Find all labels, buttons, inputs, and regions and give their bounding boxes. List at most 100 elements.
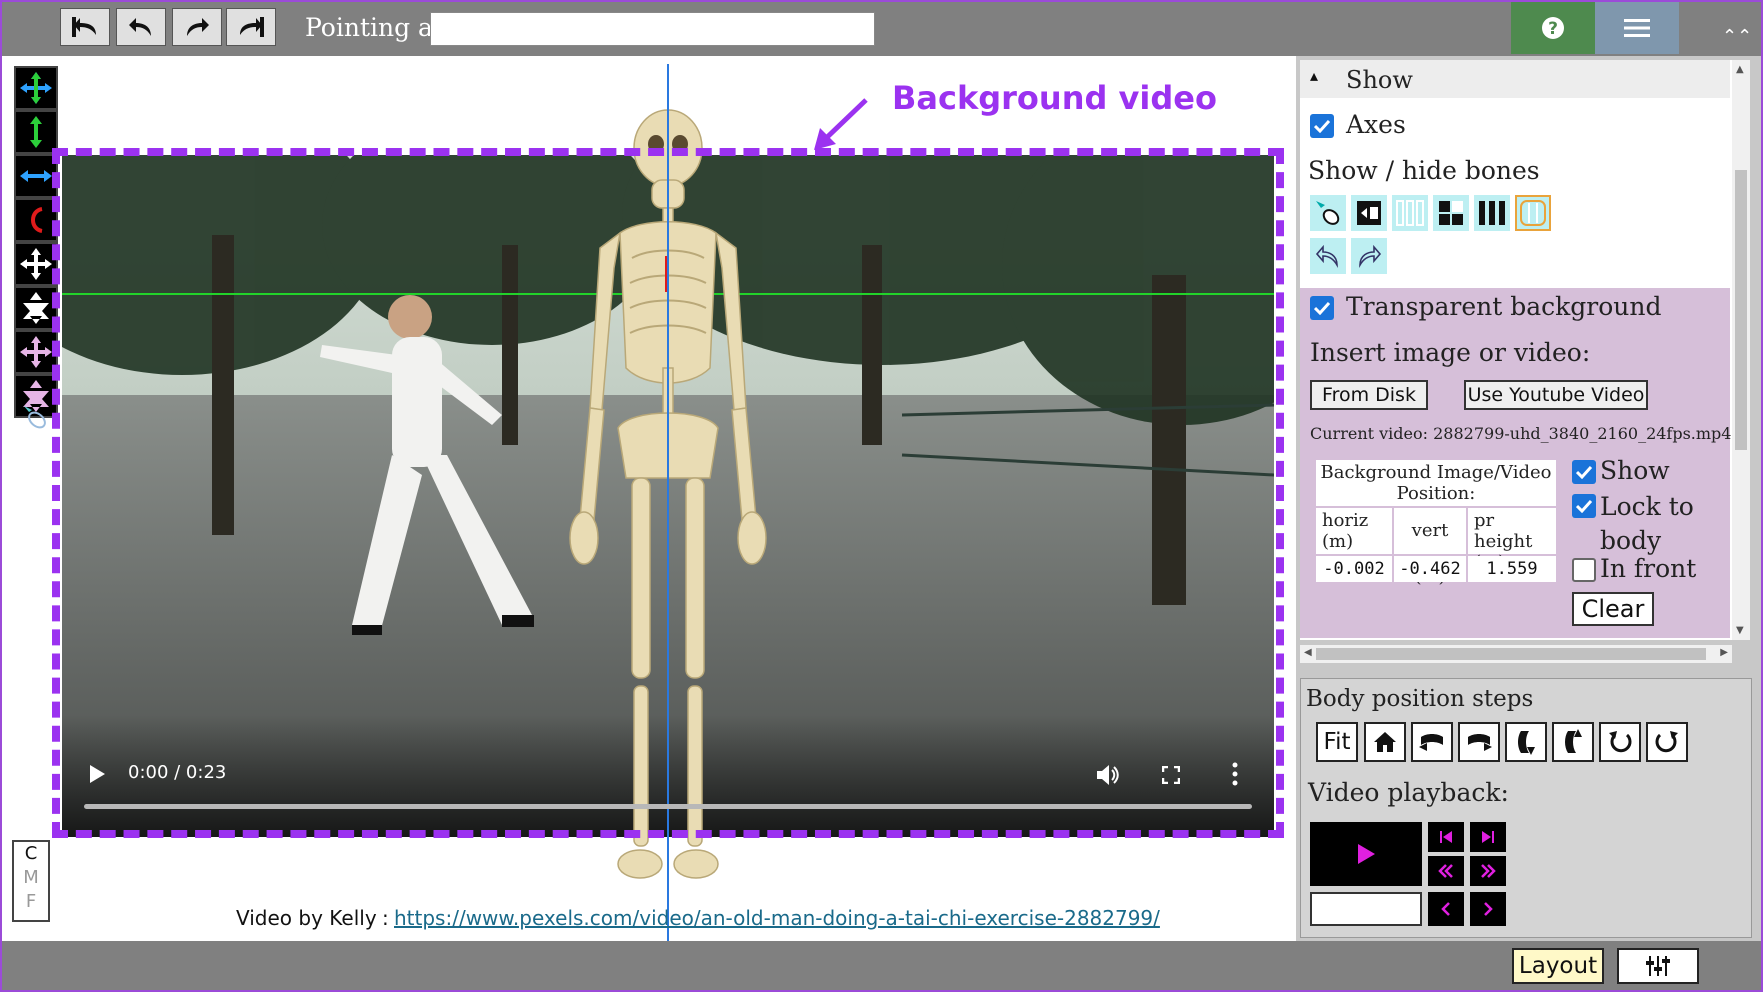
bone-checker-icon	[1439, 201, 1463, 225]
bone-pointer-icon	[24, 406, 46, 429]
show-bg-checkbox[interactable]	[1572, 460, 1596, 484]
bone-outline-button[interactable]	[1392, 195, 1428, 231]
play-icon[interactable]	[88, 764, 106, 788]
fullscreen-icon[interactable]	[1161, 765, 1181, 788]
cmf-selector[interactable]: C M F	[12, 840, 50, 922]
redo-all-icon	[240, 17, 264, 37]
axes-label: Axes	[1346, 110, 1406, 139]
check-icon	[1314, 301, 1330, 315]
bone-select-button[interactable]	[1310, 195, 1346, 231]
collapse-top-icon[interactable]: ⌃⌃	[1722, 26, 1752, 50]
tilt-forward-button[interactable]	[1505, 722, 1547, 762]
more-options-icon[interactable]	[1232, 762, 1238, 790]
menu-button[interactable]	[1595, 2, 1679, 54]
fit-button[interactable]: Fit	[1316, 722, 1358, 762]
horizontal-arrow-icon	[20, 170, 52, 182]
vertical-arrow-icon	[30, 116, 42, 148]
video-credit: Video by Kelly	[236, 906, 377, 930]
panel-scrollbar-horizontal[interactable]: ◀ ▶	[1300, 645, 1732, 663]
vert-value[interactable]: -0.462	[1394, 556, 1466, 582]
pointing-field	[430, 12, 875, 46]
rotate-arc-icon	[31, 207, 43, 233]
step-back-button[interactable]	[1428, 892, 1464, 926]
rewind-icon	[1438, 864, 1453, 878]
tilt-back-button[interactable]	[1552, 722, 1594, 762]
bone-outline-icon	[1396, 200, 1424, 226]
move-white-icon	[20, 248, 52, 280]
volume-icon[interactable]	[1096, 764, 1120, 790]
step-forward-button[interactable]	[1470, 892, 1506, 926]
move-xy-tool[interactable]	[14, 66, 58, 110]
skip-start-icon	[1440, 831, 1452, 843]
collapse-caret-icon: ▴	[1310, 66, 1319, 85]
rotate-ccw-icon	[1609, 731, 1632, 753]
home-button[interactable]	[1364, 722, 1406, 762]
youtube-button[interactable]: Use Youtube Video	[1464, 380, 1648, 410]
undo-all-button[interactable]	[60, 8, 110, 46]
bottom-bar	[0, 941, 1763, 992]
svg-text:?: ?	[1548, 19, 1558, 39]
rotate-ccw-button[interactable]	[1599, 722, 1641, 762]
step-forward-icon	[1484, 902, 1493, 916]
fast-forward-button[interactable]	[1470, 856, 1506, 886]
video-progress-bar[interactable]	[84, 804, 1252, 809]
redo-button[interactable]	[172, 8, 222, 46]
undo-button[interactable]	[116, 8, 166, 46]
annotation-label: Background video	[892, 79, 1217, 117]
show-header[interactable]: ▴ Show	[1300, 60, 1730, 98]
bone-undo-button[interactable]	[1310, 238, 1346, 274]
playback-input[interactable]	[1310, 892, 1422, 926]
skip-end-icon	[1482, 831, 1494, 843]
sliders-icon	[1646, 956, 1670, 976]
credit-separator: :	[382, 906, 389, 930]
layout-button[interactable]: Layout	[1512, 948, 1604, 984]
turn-right-icon	[1468, 734, 1492, 751]
turn-left-button[interactable]	[1411, 722, 1453, 762]
credit-link[interactable]: https://www.pexels.com/video/an-old-man-…	[394, 906, 1160, 930]
skip-end-button[interactable]	[1470, 822, 1506, 852]
tilt-forward-icon	[1518, 731, 1535, 755]
in-front-label: In front	[1600, 554, 1697, 583]
cmf-m[interactable]: M	[14, 866, 48, 890]
rewind-button[interactable]	[1428, 856, 1464, 886]
cmf-f[interactable]: F	[14, 890, 48, 914]
transparent-checkbox[interactable]	[1310, 296, 1334, 320]
skip-start-button[interactable]	[1428, 822, 1464, 852]
redo-all-button[interactable]	[226, 8, 276, 46]
show-header-label: Show	[1346, 66, 1413, 94]
flip-white-icon	[23, 292, 49, 324]
video-play-button[interactable]	[1310, 822, 1422, 886]
clear-button[interactable]: Clear	[1572, 592, 1654, 626]
redo-icon	[187, 18, 209, 36]
horiz-value[interactable]: -0.002	[1316, 556, 1392, 582]
bone-checker-button[interactable]	[1433, 195, 1469, 231]
bone-solid-button[interactable]	[1474, 195, 1510, 231]
bone-redo-button[interactable]	[1351, 238, 1387, 274]
from-disk-button[interactable]: From Disk	[1310, 380, 1428, 410]
col-height: pr height (m)	[1468, 508, 1556, 573]
step-back-icon	[1441, 902, 1450, 916]
help-button[interactable]: ?	[1511, 2, 1595, 54]
bone-split-button[interactable]	[1351, 195, 1387, 231]
bones-label: Show / hide bones	[1308, 156, 1540, 185]
move-arrows-icon	[20, 72, 52, 104]
settings-button[interactable]	[1617, 948, 1699, 984]
rotate-cw-button[interactable]	[1646, 722, 1688, 762]
current-video: Current video: 2882799-uhd_3840_2160_24f…	[1310, 424, 1732, 443]
bone-highlight-button[interactable]	[1515, 195, 1551, 231]
height-value[interactable]: 1.559	[1468, 556, 1556, 582]
hamburger-icon	[1624, 19, 1650, 37]
bone-pick-tool[interactable]	[20, 402, 50, 432]
turn-right-button[interactable]	[1458, 722, 1500, 762]
turn-left-icon	[1419, 734, 1443, 751]
lock-checkbox[interactable]	[1572, 494, 1596, 518]
col-horiz: horiz (m)	[1316, 508, 1392, 554]
axes-checkbox[interactable]	[1310, 114, 1334, 138]
panel-scrollbar-vertical[interactable]: ▲ ▼	[1732, 60, 1750, 640]
fast-forward-icon	[1481, 864, 1496, 878]
bone-redo-icon	[1359, 244, 1382, 268]
bone-highlight-icon	[1520, 200, 1546, 226]
bone-split-icon	[1357, 201, 1381, 225]
in-front-checkbox[interactable]	[1572, 558, 1596, 582]
cmf-c[interactable]: C	[14, 842, 48, 866]
